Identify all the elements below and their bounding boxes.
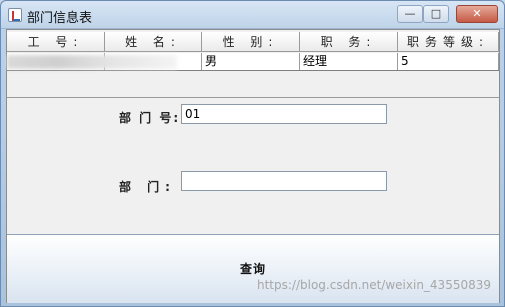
- cell-position-level[interactable]: 5: [398, 53, 499, 70]
- header-gender[interactable]: 性 别:: [202, 32, 300, 52]
- employee-table: 工 号: 姓 名: 性 别: 职 务: 职务等级: 男 经理 5: [7, 30, 499, 98]
- header-name[interactable]: 姓 名:: [105, 32, 202, 52]
- table-header: 工 号: 姓 名: 性 别: 职 务: 职务等级:: [7, 32, 499, 52]
- header-position-level[interactable]: 职务等级:: [398, 32, 499, 52]
- query-button[interactable]: 查询: [7, 234, 499, 303]
- window-title: 部门信息表: [27, 11, 93, 26]
- dept-field[interactable]: [181, 171, 387, 191]
- redaction-blur: [7, 55, 177, 69]
- dept-label: 部 门:: [119, 180, 176, 194]
- cell-gender[interactable]: 男: [202, 53, 300, 70]
- content-panel: 工 号: 姓 名: 性 别: 职 务: 职务等级: 男 经理 5 部 门 号: …: [6, 29, 500, 303]
- dept-no-label: 部 门 号:: [119, 111, 181, 125]
- cell-position[interactable]: 经理: [300, 53, 398, 70]
- title-bar[interactable]: 部门信息表 — □ ✕: [1, 1, 504, 29]
- header-employee-id[interactable]: 工 号:: [7, 32, 105, 52]
- close-button[interactable]: ✕: [456, 5, 498, 23]
- maximize-button[interactable]: □: [423, 5, 449, 23]
- header-position[interactable]: 职 务:: [300, 32, 398, 52]
- minimize-button[interactable]: —: [397, 5, 423, 23]
- dept-no-field[interactable]: [181, 104, 387, 124]
- watermark-text: https://blog.csdn.net/weixin_43550839: [256, 278, 491, 292]
- app-window: 部门信息表 — □ ✕ 工 号: 姓 名: 性 别: 职 务: 职务等级: 男 …: [0, 0, 505, 307]
- java-app-icon: [8, 8, 22, 22]
